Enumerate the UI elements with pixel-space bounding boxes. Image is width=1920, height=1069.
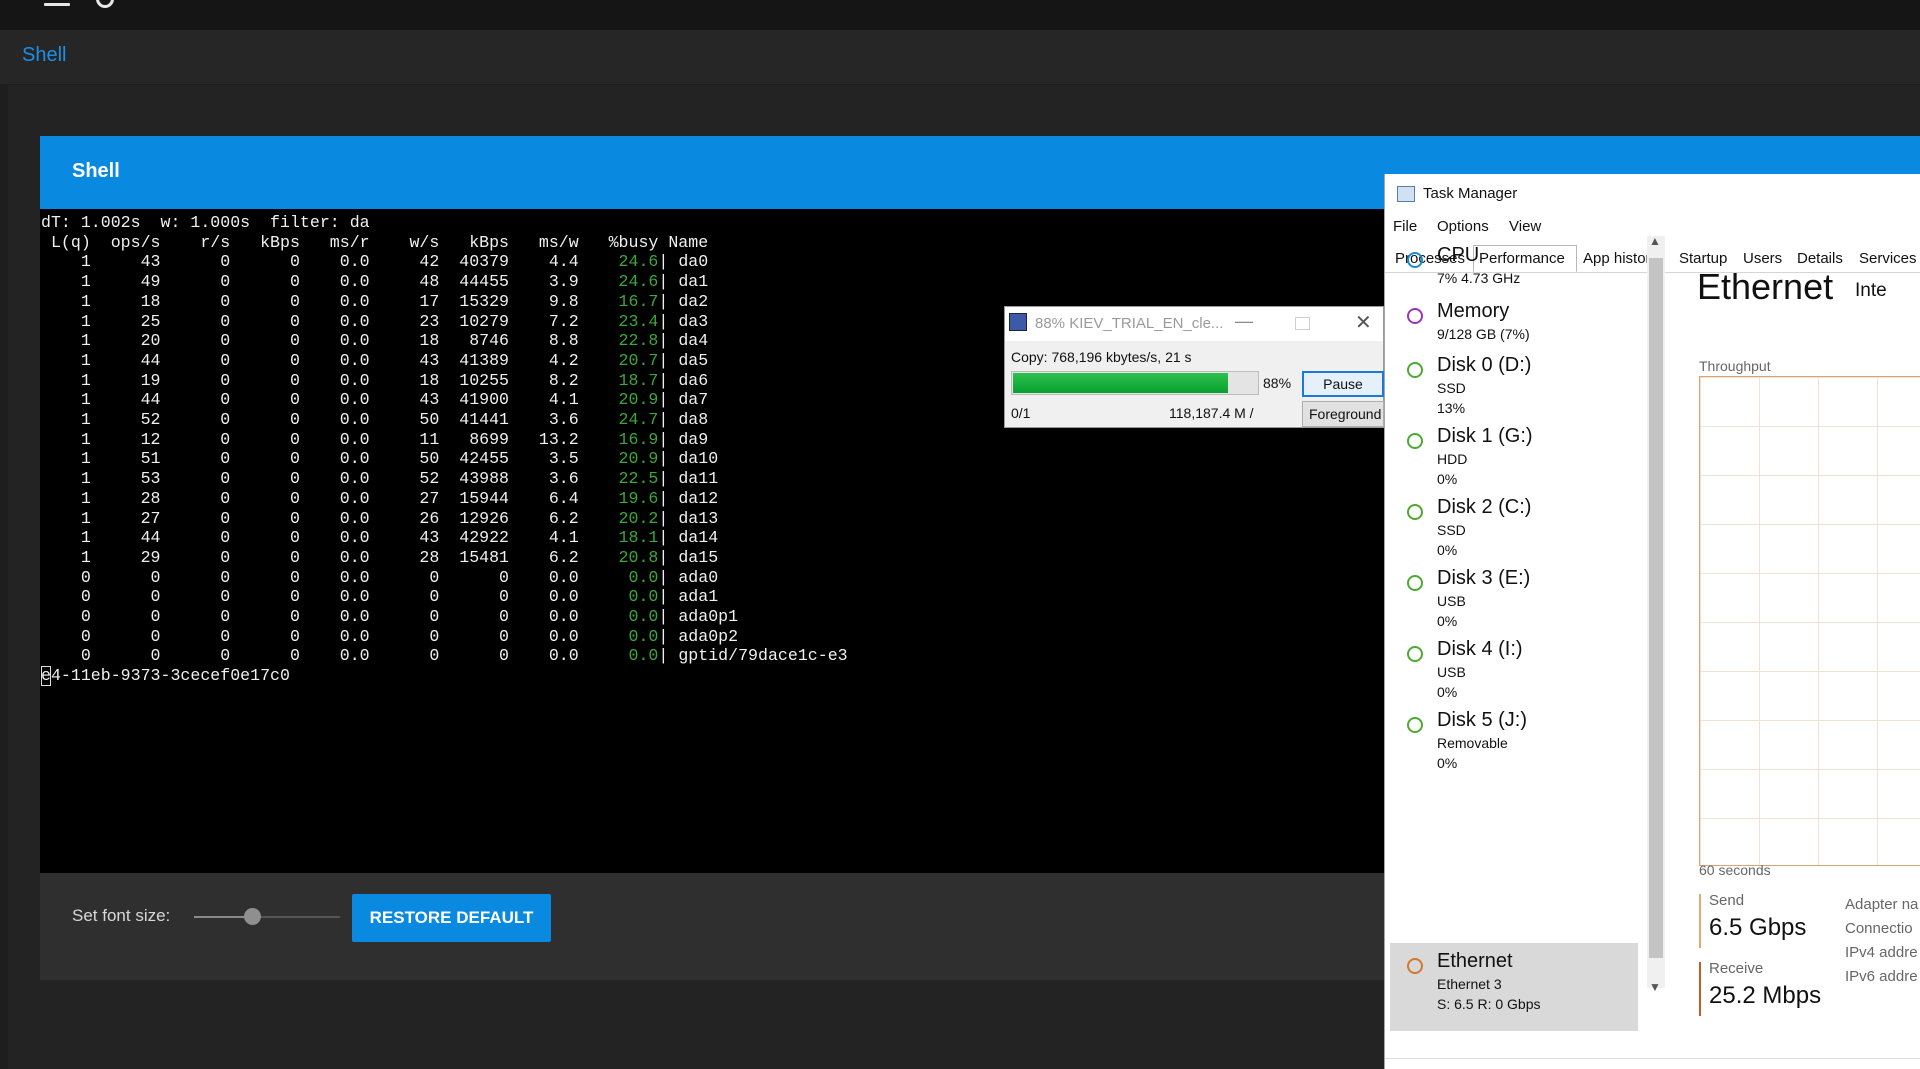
sidebar-item-usage: 0% [1437, 542, 1458, 558]
menu-options[interactable]: Options [1437, 218, 1489, 235]
sidebar-item-title[interactable]: Memory [1437, 300, 1509, 323]
sidebar-item-usage: 0% [1437, 755, 1458, 771]
sidebar-item-subtitle: HDD [1437, 451, 1468, 467]
adapter-name-label: Adapter na [1845, 896, 1919, 913]
sidebar-status-icon [1407, 646, 1423, 662]
task-manager-icon [1397, 186, 1415, 202]
throughput-label: Throughput [1699, 358, 1771, 374]
task-manager-window: Task Manager File Options View Processes… [1384, 174, 1920, 1069]
time-span-label: 60 seconds [1699, 862, 1771, 878]
detail-heading: Ethernet [1697, 266, 1834, 307]
font-size-label: Set font size: [72, 906, 171, 925]
copy-progress-fill [1013, 373, 1228, 393]
sidebar-item-subtitle: USB [1437, 593, 1466, 609]
top-bar [0, 0, 1920, 30]
scroll-down-icon[interactable]: ▼ [1649, 980, 1661, 994]
sidebar-item-title[interactable]: Disk 5 (J:) [1437, 709, 1527, 732]
menu-view[interactable]: View [1509, 218, 1541, 235]
sidebar-item-title[interactable]: Disk 2 (C:) [1437, 496, 1531, 519]
sidebar-item-usage: 13% [1437, 400, 1466, 416]
sidebar-item-subtitle: Ethernet 3 [1437, 976, 1502, 992]
sidebar-status-icon [1407, 252, 1423, 268]
breadcrumb[interactable]: Shell [22, 44, 66, 67]
sidebar-item-title[interactable]: CPU [1437, 244, 1479, 267]
sidebar-item-subtitle: USB [1437, 664, 1466, 680]
tab-startup[interactable]: Startup [1679, 250, 1727, 267]
receive-label: Receive [1709, 960, 1764, 977]
scroll-up-icon[interactable]: ▲ [1649, 234, 1661, 248]
menu-file[interactable]: File [1393, 218, 1417, 235]
close-icon[interactable]: ✕ [1355, 310, 1372, 335]
ipv4-address-label: IPv4 addre [1845, 944, 1918, 961]
copy-file-count: 0/1 [1011, 405, 1031, 421]
sidebar-item-usage: 0% [1437, 684, 1458, 700]
sidebar-status-icon [1407, 717, 1423, 733]
floppy-disk-icon [1009, 313, 1027, 331]
send-label: Send [1709, 892, 1745, 909]
receive-value: 25.2 Mbps [1709, 982, 1822, 1009]
scrollbar-thumb[interactable] [1649, 258, 1663, 958]
breadcrumb-bar [0, 30, 1920, 85]
pause-button[interactable]: Pause [1302, 371, 1384, 397]
adapter-name: Inte [1855, 280, 1887, 301]
restore-default-button[interactable]: RESTORE DEFAULT [352, 894, 551, 942]
sidebar-selection-highlight [1390, 943, 1638, 1031]
receive-indicator [1699, 962, 1701, 1016]
copy-status: Copy: 768,196 kbytes/s, 21 s [1011, 349, 1192, 365]
sidebar-item-subtitle: SSD [1437, 522, 1466, 538]
ipv6-address-label: IPv6 addre [1845, 968, 1918, 985]
throughput-graph [1699, 376, 1920, 866]
copy-progress-dialog: 88% KIEV_TRIAL_EN_cle... — ✕ Copy: 768,1… [1004, 306, 1384, 428]
send-value: 6.5 Gbps [1709, 914, 1807, 941]
sidebar-item-usage: S: 6.5 R: 0 Gbps [1437, 996, 1541, 1012]
shell-title: Shell [72, 160, 120, 182]
connection-type-label: Connectio [1845, 920, 1913, 937]
sidebar-item-usage: 0% [1437, 471, 1458, 487]
task-manager-title: Task Manager [1423, 185, 1518, 202]
copy-percent: 88% [1263, 375, 1292, 391]
tab-details[interactable]: Details [1797, 250, 1843, 267]
sidebar-item-title[interactable]: Ethernet [1437, 950, 1513, 973]
tab-users[interactable]: Users [1743, 250, 1782, 267]
sidebar-item-title[interactable]: Disk 4 (I:) [1437, 638, 1523, 661]
tab-services[interactable]: Services [1859, 250, 1917, 267]
tab-performance[interactable]: Performance [1479, 250, 1565, 267]
copy-dialog-title: 88% KIEV_TRIAL_EN_cle... [1035, 315, 1224, 332]
minimize-icon[interactable]: — [1235, 311, 1253, 332]
sidebar-status-icon [1407, 362, 1423, 378]
sidebar-status-icon [1407, 958, 1423, 974]
sidebar-item-subtitle: SSD [1437, 380, 1466, 396]
hamburger-menu-icon[interactable] [44, 0, 70, 14]
sidebar-item-title[interactable]: Disk 0 (D:) [1437, 354, 1531, 377]
sidebar-edge [0, 84, 8, 1069]
sidebar-item-subtitle: 7% 4.73 GHz [1437, 270, 1521, 286]
sidebar-status-icon [1407, 504, 1423, 520]
sidebar-item-usage: 0% [1437, 613, 1458, 629]
maximize-icon [1295, 317, 1310, 330]
sidebar-status-icon [1407, 308, 1423, 324]
sidebar-item-title[interactable]: Disk 1 (G:) [1437, 425, 1533, 448]
copy-progress-bar [1011, 371, 1259, 395]
send-indicator [1699, 894, 1701, 948]
foreground-button[interactable]: Foreground [1302, 401, 1384, 427]
sidebar-item-title[interactable]: Disk 3 (E:) [1437, 567, 1530, 590]
sidebar-status-icon [1407, 433, 1423, 449]
sidebar-item-subtitle: 9/128 GB (7%) [1437, 326, 1530, 342]
task-manager-footer [1385, 1058, 1920, 1069]
sidebar-item-subtitle: Removable [1437, 735, 1508, 751]
sidebar-status-icon [1407, 575, 1423, 591]
copy-size: 118,187.4 M / [1169, 405, 1254, 421]
